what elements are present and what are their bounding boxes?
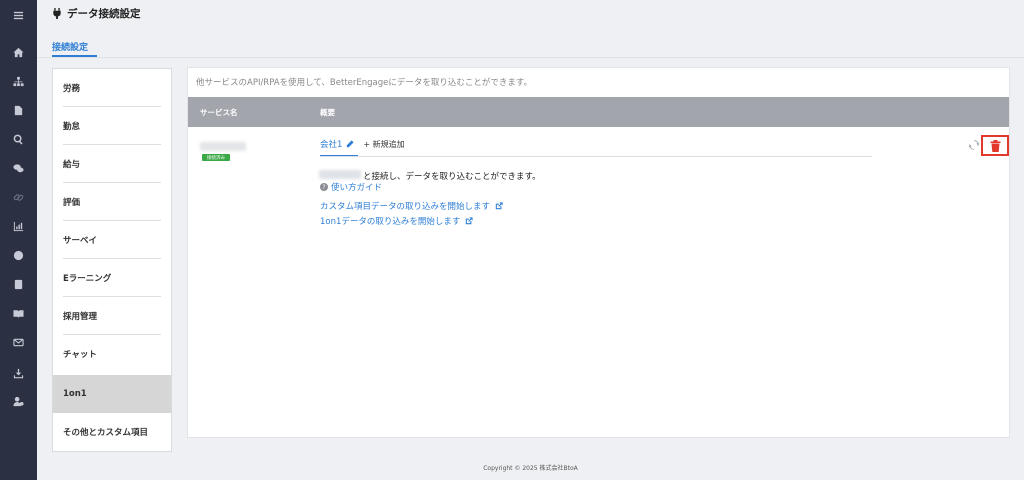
book-icon[interactable] xyxy=(0,304,37,322)
category-label: サーベイ xyxy=(63,236,98,246)
category-list: 労務 勤怠 給与 評価 サーベイ Eラーニング 採用管理 チャット 1on1 そ… xyxy=(52,68,172,452)
status-badge: 接続済み xyxy=(202,154,230,161)
mail-icon[interactable] xyxy=(0,333,37,351)
subtab-company-label: 会社1 xyxy=(320,140,343,150)
category-item-labor[interactable]: 労務 xyxy=(53,69,171,107)
help-icon: ? xyxy=(320,183,328,191)
home-icon[interactable] xyxy=(0,43,37,61)
column-header-service-name: サービス名 xyxy=(200,108,238,117)
category-item-1on1[interactable]: 1on1 xyxy=(53,375,171,413)
search-icon[interactable] xyxy=(0,130,37,148)
category-item-attendance[interactable]: 勤怠 xyxy=(53,107,171,145)
column-header-overview: 概要 xyxy=(320,108,335,117)
category-label: 1on1 xyxy=(63,389,87,399)
menu-icon[interactable] xyxy=(0,6,37,24)
category-label: 採用管理 xyxy=(63,312,98,322)
category-item-payroll[interactable]: 給与 xyxy=(53,145,171,183)
pencil-icon[interactable] xyxy=(346,140,355,148)
footer-copyright: Copyright © 2025 株式会社BtoA xyxy=(483,465,578,472)
org-chart-icon[interactable] xyxy=(0,72,37,90)
category-item-survey[interactable]: サーベイ xyxy=(53,221,171,259)
guide-link[interactable]: ? 使い方ガイド xyxy=(320,181,382,193)
refresh-icon[interactable] xyxy=(969,140,979,150)
category-label: 評価 xyxy=(63,198,81,208)
connect-description: と接続し、データを取り込むことができます。 xyxy=(363,172,541,182)
link-label: 1on1データの取り込みを開始します xyxy=(320,217,461,227)
guide-link-label: 使い方ガイド xyxy=(331,183,383,193)
subtab-divider xyxy=(320,156,872,157)
chart-icon[interactable] xyxy=(0,217,37,235)
category-label: チャット xyxy=(63,350,97,360)
subtab-company[interactable]: 会社1 xyxy=(320,138,355,150)
page-header: データ接続設定 xyxy=(52,6,141,21)
category-item-evaluation[interactable]: 評価 xyxy=(53,183,171,221)
category-label: その他とカスタム項目 xyxy=(63,428,149,438)
category-item-elearning[interactable]: Eラーニング xyxy=(53,259,171,297)
service-name-redacted xyxy=(200,142,246,151)
category-item-chat[interactable]: チャット xyxy=(53,335,171,373)
category-label: Eラーニング xyxy=(63,274,112,284)
tab-connection-settings[interactable]: 接続設定 xyxy=(52,40,88,53)
category-label: 勤怠 xyxy=(63,122,81,132)
external-link-icon xyxy=(466,217,474,225)
service-name-redacted xyxy=(319,170,361,179)
user-settings-icon[interactable] xyxy=(0,392,37,410)
category-label: 労務 xyxy=(63,84,81,94)
link-label: カスタム項目データの取り込みを開始します xyxy=(320,202,491,212)
external-link-icon xyxy=(495,202,503,210)
start-custom-import-link[interactable]: カスタム項目データの取り込みを開始します xyxy=(320,200,503,212)
link-icon[interactable] xyxy=(0,188,37,206)
document-icon[interactable] xyxy=(0,101,37,119)
start-1on1-import-link[interactable]: 1on1データの取り込みを開始します xyxy=(320,215,474,227)
page-title: データ接続設定 xyxy=(67,8,141,20)
trash-icon xyxy=(990,139,1000,152)
company-subtabs: 会社1 + 新規追加 xyxy=(320,138,405,151)
table-header: サービス名 概要 xyxy=(188,97,1009,127)
globe-icon[interactable] xyxy=(0,246,37,264)
delete-button[interactable] xyxy=(981,135,1009,156)
add-new-button[interactable]: + 新規追加 xyxy=(363,139,404,150)
chat-icon[interactable] xyxy=(0,159,37,177)
category-label: 給与 xyxy=(63,160,81,170)
plug-icon xyxy=(53,8,61,19)
panel-description: 他サービスのAPI/RPAを使用して、BetterEngageにデータを取り込む… xyxy=(196,78,533,88)
header-divider xyxy=(37,57,1024,58)
connection-panel: 他サービスのAPI/RPAを使用して、BetterEngageにデータを取り込む… xyxy=(187,67,1010,438)
left-nav-rail xyxy=(0,0,37,480)
contact-card-icon[interactable] xyxy=(0,275,37,293)
category-item-other-custom[interactable]: その他とカスタム項目 xyxy=(53,413,171,451)
category-item-recruiting[interactable]: 採用管理 xyxy=(53,297,171,335)
download-icon[interactable] xyxy=(0,364,37,382)
